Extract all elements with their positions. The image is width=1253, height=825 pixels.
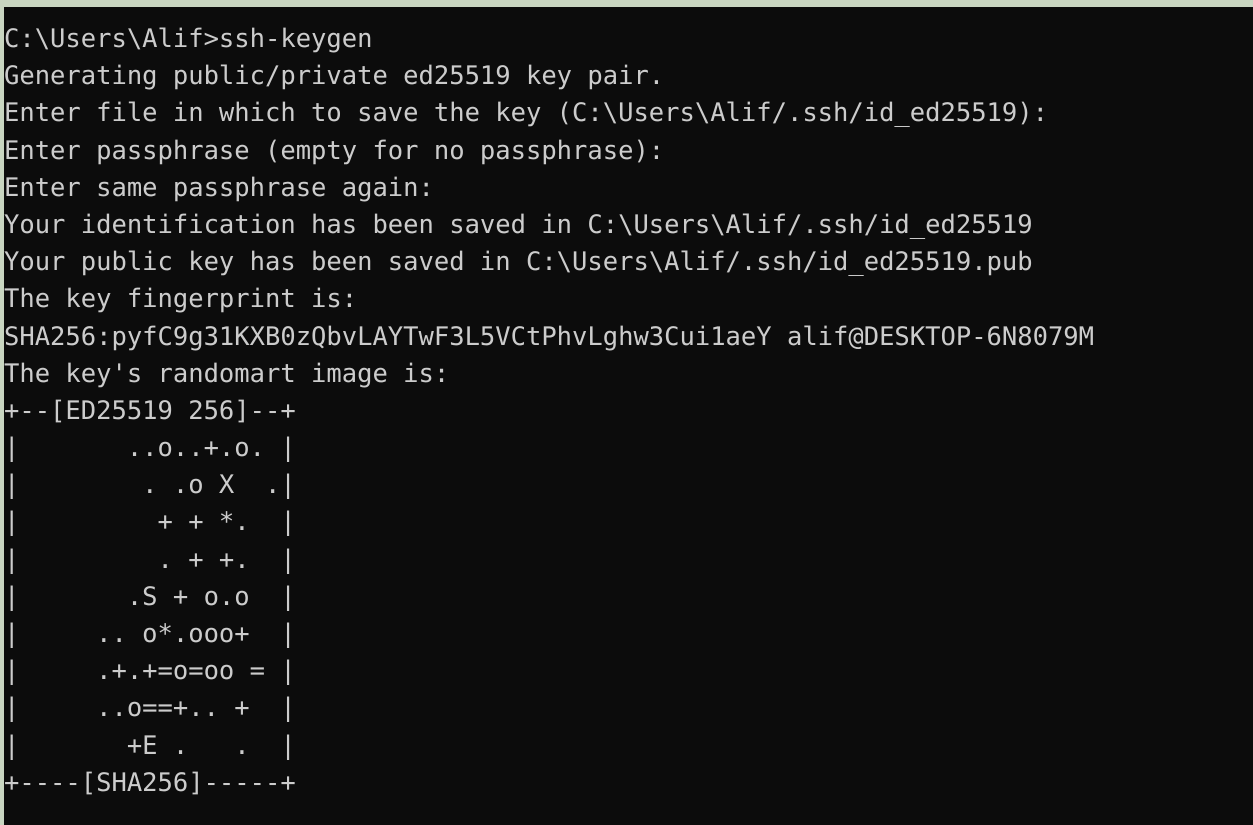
randomart-row-8: | ..o==+.. + | — [4, 693, 296, 724]
randomart-row-1: | ..o..+.o. | — [4, 433, 296, 464]
randomart-footer: +----[SHA256]-----+ — [4, 767, 296, 798]
randomart-row-2: | . .o X .| — [4, 470, 296, 501]
terminal-line-enter-same-passphrase: Enter same passphrase again: — [4, 172, 434, 203]
terminal-line-public-key-saved: Your public key has been saved in C:\Use… — [4, 247, 1033, 278]
randomart-row-4: | . + +. | — [4, 544, 296, 575]
screenshot-frame: C:\Users\Alif>ssh-keygen Generating publi… — [0, 0, 1253, 825]
randomart-header: +--[ED25519 256]--+ — [4, 395, 296, 426]
randomart-row-9: | +E . . | — [4, 730, 296, 761]
terminal-output[interactable]: C:\Users\Alif>ssh-keygen Generating publi… — [4, 21, 1253, 802]
terminal-line-enter-passphrase: Enter passphrase (empty for no passphras… — [4, 135, 665, 166]
randomart-row-6: | .. o*.ooo+ | — [4, 619, 296, 649]
terminal-window[interactable]: C:\Users\Alif>ssh-keygen Generating publi… — [4, 7, 1253, 825]
terminal-line-enter-file: Enter file in which to save the key (C:\… — [4, 98, 1048, 129]
terminal-line-randomart-label: The key's randomart image is: — [4, 358, 450, 389]
terminal-line-identification-saved: Your identification has been saved in C:… — [4, 209, 1033, 240]
terminal-line-fingerprint-value: SHA256:pyfC9g31KXB0zQbvLAYTwF3L5VCtPhvLg… — [4, 321, 1095, 352]
randomart-row-3: | + + *. | — [4, 507, 296, 538]
terminal-line-prompt-command: C:\Users\Alif>ssh-keygen — [4, 24, 373, 54]
terminal-line-fingerprint-label: The key fingerprint is: — [4, 284, 358, 315]
randomart-row-7: | .+.+=o=oo = | — [4, 656, 296, 687]
terminal-line-generating: Generating public/private ed25519 key pa… — [4, 61, 665, 92]
randomart-row-5: | .S + o.o | — [4, 581, 296, 612]
